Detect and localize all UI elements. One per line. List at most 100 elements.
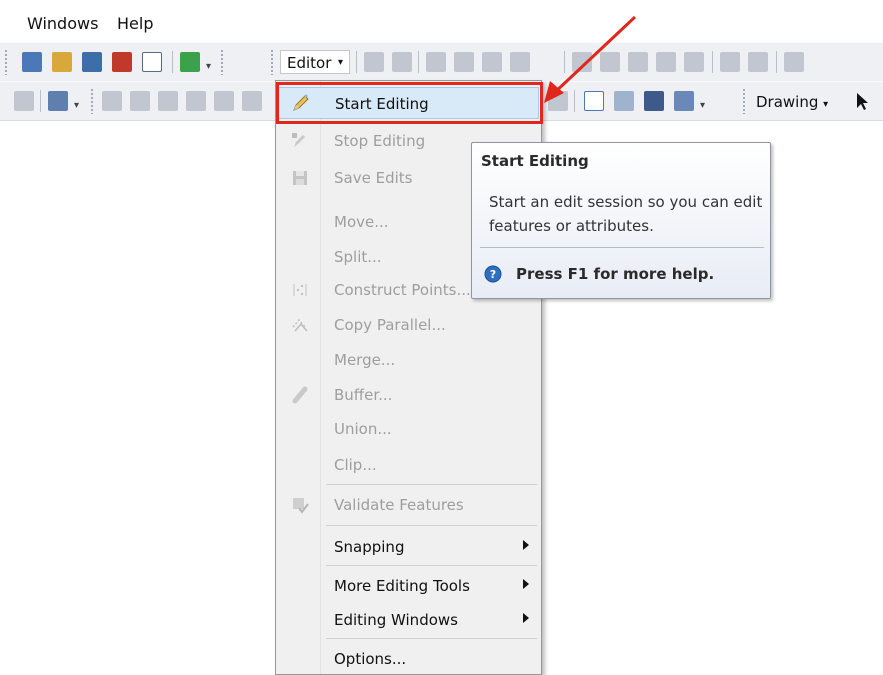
search-window-icon[interactable] [82,52,102,72]
validate-features-icon [293,498,309,514]
menu-item-merge[interactable]: Merge... [278,345,539,374]
straight-segment-icon[interactable] [426,52,446,72]
zoom-to-layer-icon[interactable] [48,91,68,111]
toolbar-overflow-icon[interactable]: ▾ [74,100,79,111]
help-icon: ? [484,265,502,283]
save-edits-icon [293,171,307,185]
rotate-tool-icon[interactable] [684,52,704,72]
menu-item-label: Snapping [334,538,405,556]
toolbar-overflow-icon[interactable]: ▾ [206,61,211,72]
tooltip-title: Start Editing [481,152,589,170]
menu-item-label: Split... [334,248,382,266]
menu-separator [326,638,537,639]
back-extent-icon[interactable] [242,91,262,111]
menu-item-label: Copy Parallel... [334,316,446,334]
tooltip-description: Start an edit session so you can edit fe… [489,193,763,235]
menu-item-label: Save Edits [334,169,413,187]
toolbar-grip[interactable] [4,49,8,75]
toolbar-separator [418,51,419,73]
menu-item-label: Options... [334,650,407,668]
menu-item-editing-windows[interactable]: Editing Windows [278,605,539,634]
editor-menu-button[interactable]: Editor ▾ [280,50,350,74]
endpoint-arc-icon[interactable] [454,52,474,72]
tooltip-separator [480,247,764,248]
toolbar-separator [712,51,713,73]
split-tool-icon[interactable] [656,52,676,72]
chevron-down-icon: ▾ [337,57,343,68]
data-view-icon[interactable] [674,91,694,111]
toolbar-separator [172,51,173,73]
menu-item-label: Construct Points... [334,281,471,299]
drawing-menu-label: Drawing [756,93,819,111]
toolbar-grip[interactable] [742,88,746,114]
refresh-icon[interactable] [186,91,206,111]
menu-separator [326,565,537,566]
menu-separator [326,484,537,485]
annotation-highlight-box [276,82,543,124]
menu-help[interactable]: Help [117,14,153,33]
menu-item-label: Stop Editing [334,132,426,150]
sketch-properties-icon[interactable] [748,52,768,72]
model-builder-icon[interactable] [180,52,200,72]
construct-points-icon [293,284,307,296]
menu-bar: Windows Help [0,0,883,42]
table-of-contents-icon[interactable] [22,52,42,72]
geoprocessing-icon[interactable] [644,91,664,111]
toolbar-separator [40,90,41,112]
arcmap-window: Windows Help ▾ Editor ▾ ▾ ▾ Drawing ▾ St… [0,0,883,675]
chevron-down-icon: ▾ [823,99,829,110]
edit-annotation-icon[interactable] [392,52,412,72]
python-window-icon[interactable] [142,52,162,72]
svg-text:?: ? [490,268,496,281]
point-icon[interactable] [510,52,530,72]
zoom-in-icon[interactable] [102,91,122,111]
toolbar-standard: ▾ [0,42,883,82]
trace-icon[interactable] [482,52,502,72]
menu-separator [326,525,537,526]
tooltip-help-text: Press F1 for more help. [516,265,715,283]
select-elements-arrow-icon[interactable] [853,91,873,111]
toolbar-grip[interactable] [220,49,224,75]
menu-windows[interactable]: Windows [27,14,98,33]
menu-item-label: Move... [334,213,389,231]
submenu-arrow-icon [523,540,529,550]
create-features-icon[interactable] [784,52,804,72]
menu-item-label: Buffer... [334,386,393,404]
start-editing-tooltip: Start Editing Start an edit session so y… [471,142,771,299]
toolbar-separator [776,51,777,73]
menu-item-label: Editing Windows [334,611,458,629]
toolbar-separator [356,51,357,73]
menu-item-union[interactable]: Union... [278,414,539,443]
menu-item-more-editing-tools[interactable]: More Editing Tools [278,571,539,600]
submenu-arrow-icon [523,579,529,589]
pan-icon[interactable] [158,91,178,111]
menu-item-validate-features[interactable]: Validate Features [278,490,539,519]
toolbar-grip[interactable] [270,49,274,75]
editor-menu-label: Editor [287,54,332,72]
copy-parallel-icon [292,318,308,332]
toolbar-overflow-icon[interactable]: ▾ [700,100,705,111]
menu-item-buffer[interactable]: Buffer... [278,380,539,409]
edit-tool-icon[interactable] [364,52,384,72]
menu-item-label: Union... [334,420,392,438]
catalog-icon[interactable] [52,52,72,72]
menu-item-label: Validate Features [334,496,464,514]
menu-item-copy-parallel[interactable]: Copy Parallel... [278,310,539,339]
menu-item-label: More Editing Tools [334,577,470,595]
menu-item-snapping[interactable]: Snapping [278,532,539,561]
toolbar-grip[interactable] [90,88,94,114]
arctoolbox-icon[interactable] [112,52,132,72]
attributes-icon[interactable] [720,52,740,72]
fixed-zoom-icon[interactable] [214,91,234,111]
drawing-menu-button[interactable]: Drawing ▾ [756,93,828,111]
submenu-arrow-icon [523,613,529,623]
annotation-arrow-icon [544,15,637,103]
menu-item-label: Clip... [334,456,377,474]
full-extent-icon[interactable] [14,91,34,111]
buffer-icon [292,386,308,404]
menu-item-clip[interactable]: Clip... [278,450,539,479]
zoom-out-icon[interactable] [130,91,150,111]
stop-editing-icon [292,133,305,147]
menu-item-options[interactable]: Options... [278,644,539,673]
menu-item-label: Merge... [334,351,396,369]
